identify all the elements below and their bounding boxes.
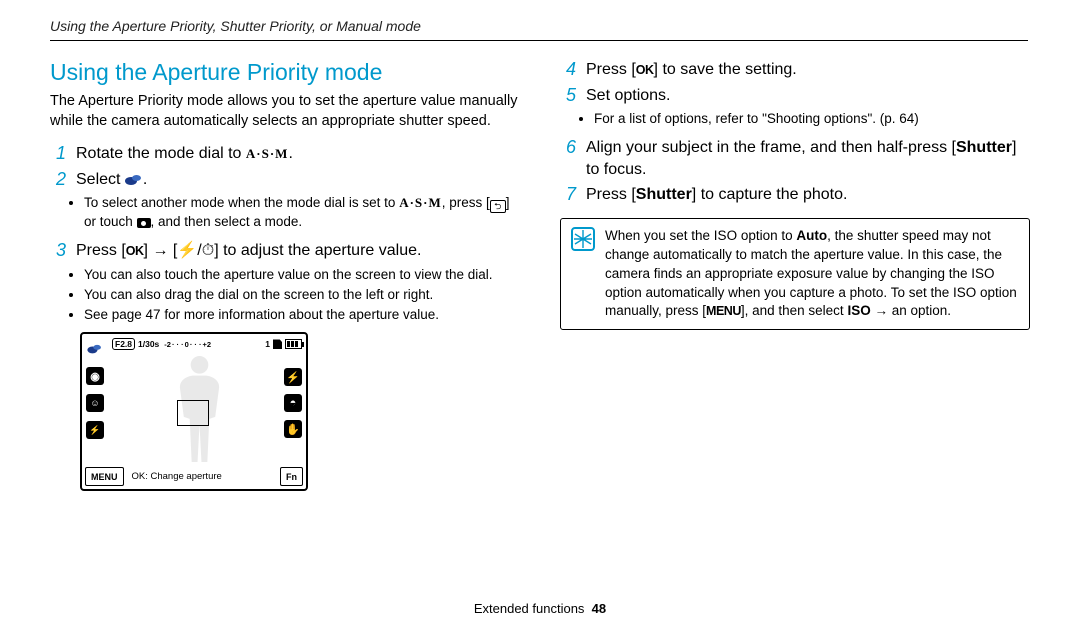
sub-text: , and then select a mode. <box>151 214 303 229</box>
screen-hint: OK: Change aperture <box>128 467 277 486</box>
step-3: 3 Press [OK] → [⚡/⏱] to adjust the apert… <box>50 240 520 262</box>
footer-label: Extended functions <box>474 601 585 616</box>
step-number: 2 <box>50 169 66 191</box>
asm-label: A·S·M <box>399 195 442 210</box>
step-4: 4 Press [OK] to save the setting. <box>560 59 1030 81</box>
ok-button-label: OK <box>126 244 144 258</box>
shot-count: 1 <box>265 339 270 349</box>
shutter-label: Shutter <box>636 186 692 203</box>
step-5-text: Set options. <box>586 85 1030 107</box>
step-1: 1 Rotate the mode dial to A·S·M. <box>50 143 520 165</box>
timer-icon: ⏱ <box>202 242 214 259</box>
step-1-text-post: . <box>288 145 292 162</box>
mode-icon: ◓ <box>284 394 302 412</box>
note-box: When you set the ISO option to Auto, the… <box>560 218 1030 330</box>
flash-icon: ⚡ <box>284 368 302 386</box>
f-value: F2.8 <box>112 338 135 350</box>
step-3-sub: You can also drag the dial on the screen… <box>84 286 520 305</box>
focus-rectangle <box>177 400 209 426</box>
camera-screen-preview: F2.8 1/30s -2· · ·0· · ·+2 1 ◉ ☺ ⚡ <box>80 332 308 491</box>
step-1-text-pre: Rotate the mode dial to <box>76 145 246 162</box>
step-2: 2 Select . <box>50 169 520 191</box>
shutter-label: Shutter <box>956 139 1012 156</box>
shutter-value: 1/30s <box>138 339 159 349</box>
ev-scale: -2· · ·0· · ·+2 <box>164 340 211 349</box>
face-icon: ☺ <box>86 394 104 412</box>
sub-text: , press [ <box>442 195 490 210</box>
step-number: 5 <box>560 85 576 107</box>
step-number: 6 <box>560 137 576 180</box>
asm-label: A·S·M <box>246 146 289 161</box>
section-title: Using the Aperture Priority mode <box>50 59 520 86</box>
mode-icon <box>86 340 104 358</box>
step-number: 4 <box>560 59 576 81</box>
camera-icon <box>137 218 151 228</box>
step-number: 3 <box>50 240 66 262</box>
step-6-text: Align your subject in the frame, and the… <box>586 139 956 156</box>
stabilize-icon: ✋ <box>284 420 302 438</box>
breadcrumb: Using the Aperture Priority, Shutter Pri… <box>50 18 1030 34</box>
step-2-sub: To select another mode when the mode dia… <box>84 194 520 232</box>
step-5: 5 Set options. <box>560 85 1030 107</box>
step-3-text: ] to adjust the aperture value. <box>214 242 421 259</box>
step-3-text: Press [ <box>76 242 126 259</box>
step-3-text: ] → [ <box>144 242 178 259</box>
menu-button: MENU <box>85 467 124 486</box>
note-icon <box>571 227 595 251</box>
back-icon: ⮌ <box>490 200 506 213</box>
step-3-sub: See page 47 for more information about t… <box>84 306 520 325</box>
step-6: 6 Align your subject in the frame, and t… <box>560 137 1030 180</box>
camera-icon: ◉ <box>86 367 104 385</box>
step-4-text: Press [ <box>586 61 636 78</box>
step-number: 7 <box>560 184 576 206</box>
sub-text: To select another mode when the mode dia… <box>84 195 399 210</box>
flash-off-icon: ⚡ <box>86 421 104 439</box>
step-4-text: ] to save the setting. <box>654 61 797 78</box>
step-7-text: ] to capture the photo. <box>692 186 848 203</box>
sd-card-icon <box>273 339 282 349</box>
note-text: When you set the ISO option to Auto, the… <box>605 227 1019 321</box>
page-footer: Extended functions 48 <box>0 601 1080 616</box>
divider-rule <box>50 40 1028 41</box>
step-7-text: Press [ <box>586 186 636 203</box>
step-5-sub: For a list of options, refer to "Shootin… <box>594 110 1030 129</box>
step-7: 7 Press [Shutter] to capture the photo. <box>560 184 1030 206</box>
step-3-sub: You can also touch the aperture value on… <box>84 266 520 285</box>
step-2-text-pre: Select <box>76 171 125 188</box>
page-number: 48 <box>592 601 606 616</box>
menu-label: MENU <box>706 304 741 318</box>
ok-button-label: OK <box>636 63 654 77</box>
step-2-text-post: . <box>143 171 147 188</box>
step-number: 1 <box>50 143 66 165</box>
intro-paragraph: The Aperture Priority mode allows you to… <box>50 92 520 131</box>
fn-button: Fn <box>280 467 303 486</box>
aperture-mode-icon <box>125 175 143 186</box>
battery-icon <box>285 339 302 349</box>
flash-icon: ⚡ <box>177 242 197 259</box>
